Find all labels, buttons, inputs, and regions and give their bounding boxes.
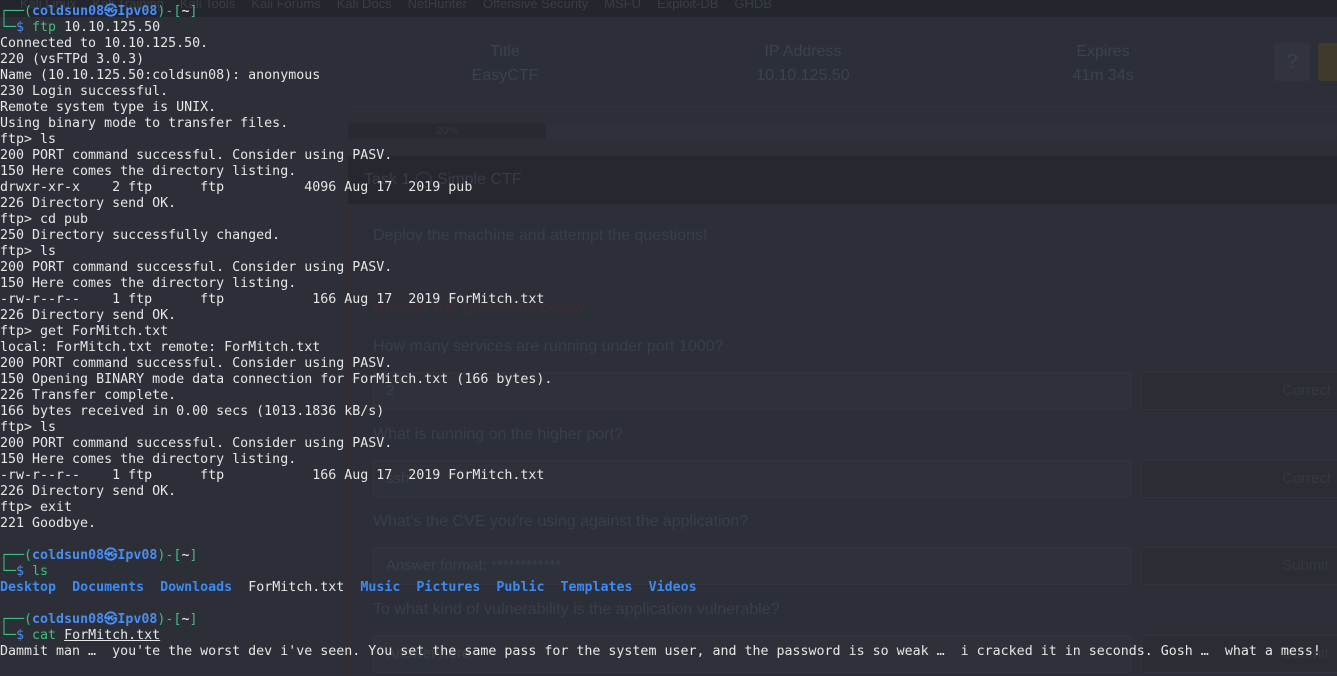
output-line: 150 Opening BINARY mode data connection …	[0, 372, 553, 387]
directory-entry: Documents	[72, 580, 145, 595]
output-line: 250 Directory successfully changed.	[0, 228, 281, 243]
directory-entry: Videos	[648, 580, 697, 595]
command-line: └─$ cat ForMitch.txt	[0, 628, 1337, 644]
command-name: ftp	[32, 20, 57, 35]
prompt-line: ┌──(coldsun08㉿Ipv08)-[~]	[0, 548, 1337, 564]
output-line: ftp> ls	[0, 244, 57, 259]
output-line: Using binary mode to transfer files.	[0, 116, 289, 131]
terminal-output[interactable]: ┌──(coldsun08㉿Ipv08)-[~] └─$ ftp 10.10.12…	[0, 4, 1337, 660]
output-line: drwxr-xr-x 2 ftp ftp 4096 Aug 17 2019 pu…	[0, 180, 473, 195]
output-line: 226 Directory send OK.	[0, 308, 177, 323]
output-line: Dammit man … you'te the worst dev i've s…	[0, 644, 1321, 659]
prompt-corner: └─	[0, 20, 17, 35]
prompt-bracket: )-[	[157, 612, 182, 627]
prompt-dollar: $	[16, 628, 33, 643]
output-line: ftp> cd pub	[0, 212, 89, 227]
command-line: └─$ ls	[0, 564, 1337, 580]
command-args: ForMitch.txt	[64, 628, 161, 643]
prompt-user: coldsun08㉿Ipv08	[32, 612, 158, 627]
prompt-bracket: ]	[189, 612, 198, 627]
output-line: 226 Directory send OK.	[0, 196, 177, 211]
command-name: ls	[32, 564, 49, 579]
command-args: 10.10.125.50	[64, 20, 161, 35]
prompt-bracket: ┌──(	[0, 548, 33, 563]
directory-entry: Templates	[560, 580, 633, 595]
file-entry: ForMitch.txt	[248, 580, 345, 595]
output-line: local: ForMitch.txt remote: ForMitch.txt	[0, 340, 321, 355]
output-line: 220 (vsFTPd 3.0.3)	[0, 52, 145, 67]
output-line: 150 Here comes the directory listing.	[0, 164, 297, 179]
output-line: 226 Directory send OK.	[0, 484, 177, 499]
prompt-line: ┌──(coldsun08㉿Ipv08)-[~]	[0, 4, 1337, 20]
directory-entry: Public	[496, 580, 545, 595]
command-line: └─$ ftp 10.10.125.50	[0, 20, 1337, 36]
output-line: 226 Transfer complete.	[0, 388, 177, 403]
output-line: -rw-r--r-- 1 ftp ftp 166 Aug 17 2019 For…	[0, 468, 545, 483]
prompt-corner: └─	[0, 564, 17, 579]
prompt-bracket: )-[	[157, 4, 182, 19]
output-line: 150 Here comes the directory listing.	[0, 276, 297, 291]
output-line: 166 bytes received in 0.00 secs (1013.18…	[0, 404, 385, 419]
ls-listing: Desktop Documents Downloads ForMitch.txt…	[0, 580, 1337, 596]
output-line: 150 Here comes the directory listing.	[0, 452, 297, 467]
output-line: Connected to 10.10.125.50.	[0, 36, 209, 51]
prompt-dollar: $	[16, 564, 33, 579]
directory-entry: Music	[360, 580, 401, 595]
prompt-bracket: ]	[189, 548, 198, 563]
prompt-bracket: ┌──(	[0, 4, 33, 19]
output-line: ftp> exit	[0, 500, 73, 515]
output-line: Remote system type is UNIX.	[0, 100, 217, 115]
prompt-user: coldsun08㉿Ipv08	[32, 548, 158, 563]
output-line: 200 PORT command successful. Consider us…	[0, 260, 393, 275]
prompt-bracket: ]	[189, 4, 198, 19]
directory-entry: Downloads	[160, 580, 233, 595]
directory-entry: Pictures	[416, 580, 481, 595]
output-line: 230 Login successful.	[0, 84, 169, 99]
output-line: 200 PORT command successful. Consider us…	[0, 436, 393, 451]
prompt-dollar: $	[16, 20, 33, 35]
prompt-user: coldsun08㉿Ipv08	[32, 4, 158, 19]
prompt-line: ┌──(coldsun08㉿Ipv08)-[~]	[0, 612, 1337, 628]
prompt-bracket: ┌──(	[0, 612, 33, 627]
directory-entry: Desktop	[0, 580, 57, 595]
output-line: 200 PORT command successful. Consider us…	[0, 148, 393, 163]
output-line: -rw-r--r-- 1 ftp ftp 166 Aug 17 2019 For…	[0, 292, 545, 307]
output-line: 200 PORT command successful. Consider us…	[0, 356, 393, 371]
output-line: 221 Goodbye.	[0, 516, 97, 531]
output-line: Name (10.10.125.50:coldsun08): anonymous	[0, 68, 321, 83]
output-line: ftp> get ForMitch.txt	[0, 324, 169, 339]
prompt-bracket: )-[	[157, 548, 182, 563]
output-line: ftp> ls	[0, 420, 57, 435]
output-line: ftp> ls	[0, 132, 57, 147]
command-name: cat	[32, 628, 57, 643]
prompt-corner: └─	[0, 628, 17, 643]
